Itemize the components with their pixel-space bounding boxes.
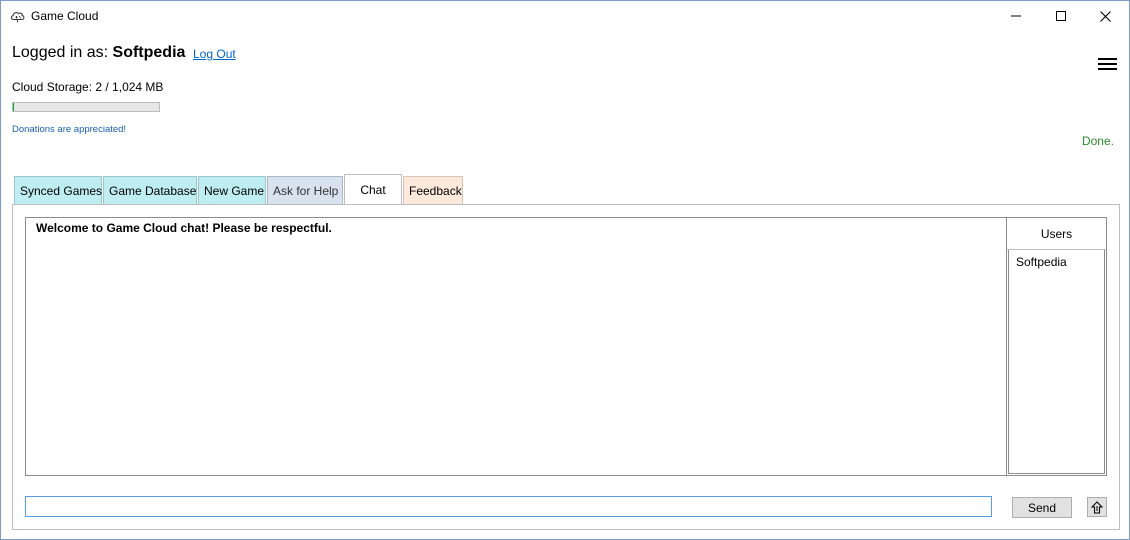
send-button[interactable]: Send <box>1012 497 1072 518</box>
login-username: Softpedia <box>112 44 186 61</box>
tab-chat[interactable]: Chat <box>344 174 402 205</box>
tab-new-game[interactable]: New Game <box>198 176 266 205</box>
cloud-game-icon <box>11 12 25 23</box>
window-title: Game Cloud <box>31 9 99 23</box>
chat-message-input[interactable] <box>25 496 992 517</box>
donations-link[interactable]: Donations are appreciated! <box>12 124 126 135</box>
title-bar[interactable]: Game Cloud <box>1 1 1129 31</box>
minimize-icon <box>1010 15 1021 17</box>
app-window: Game Cloud Logged in as: Softpedia Log O… <box>0 0 1130 540</box>
home-arrow-icon <box>1091 500 1103 514</box>
tab-ask-for-help[interactable]: Ask for Help <box>267 176 343 205</box>
login-status: Logged in as: Softpedia <box>12 44 185 62</box>
users-list[interactable]: Softpedia <box>1008 250 1105 474</box>
minimize-button[interactable] <box>993 1 1038 31</box>
maximize-icon <box>1055 11 1066 21</box>
cloud-storage-label: Cloud Storage: 2 / 1,024 MB <box>12 80 164 94</box>
chat-log[interactable]: Welcome to Game Cloud chat! Please be re… <box>25 217 1007 476</box>
login-prefix: Logged in as: <box>12 44 109 61</box>
hamburger-menu-icon[interactable] <box>1098 58 1117 71</box>
users-panel: Users Softpedia <box>1006 217 1107 476</box>
user-list-item[interactable]: Softpedia <box>1009 250 1104 274</box>
home-button[interactable] <box>1087 497 1107 517</box>
maximize-button[interactable] <box>1038 1 1083 31</box>
cloud-storage-progress-bar <box>12 102 160 112</box>
tab-feedback[interactable]: Feedback <box>403 176 463 205</box>
status-text: Done. <box>1081 134 1114 148</box>
logout-link[interactable]: Log Out <box>193 47 236 61</box>
main-tabs: Synced Games Game Database New Game Ask … <box>14 174 464 205</box>
close-icon <box>1100 10 1111 22</box>
close-button[interactable] <box>1083 1 1128 31</box>
chat-welcome-message: Welcome to Game Cloud chat! Please be re… <box>36 221 332 235</box>
tab-game-database[interactable]: Game Database <box>103 176 197 205</box>
users-header: Users <box>1007 218 1106 250</box>
tab-synced-games[interactable]: Synced Games <box>14 176 102 205</box>
